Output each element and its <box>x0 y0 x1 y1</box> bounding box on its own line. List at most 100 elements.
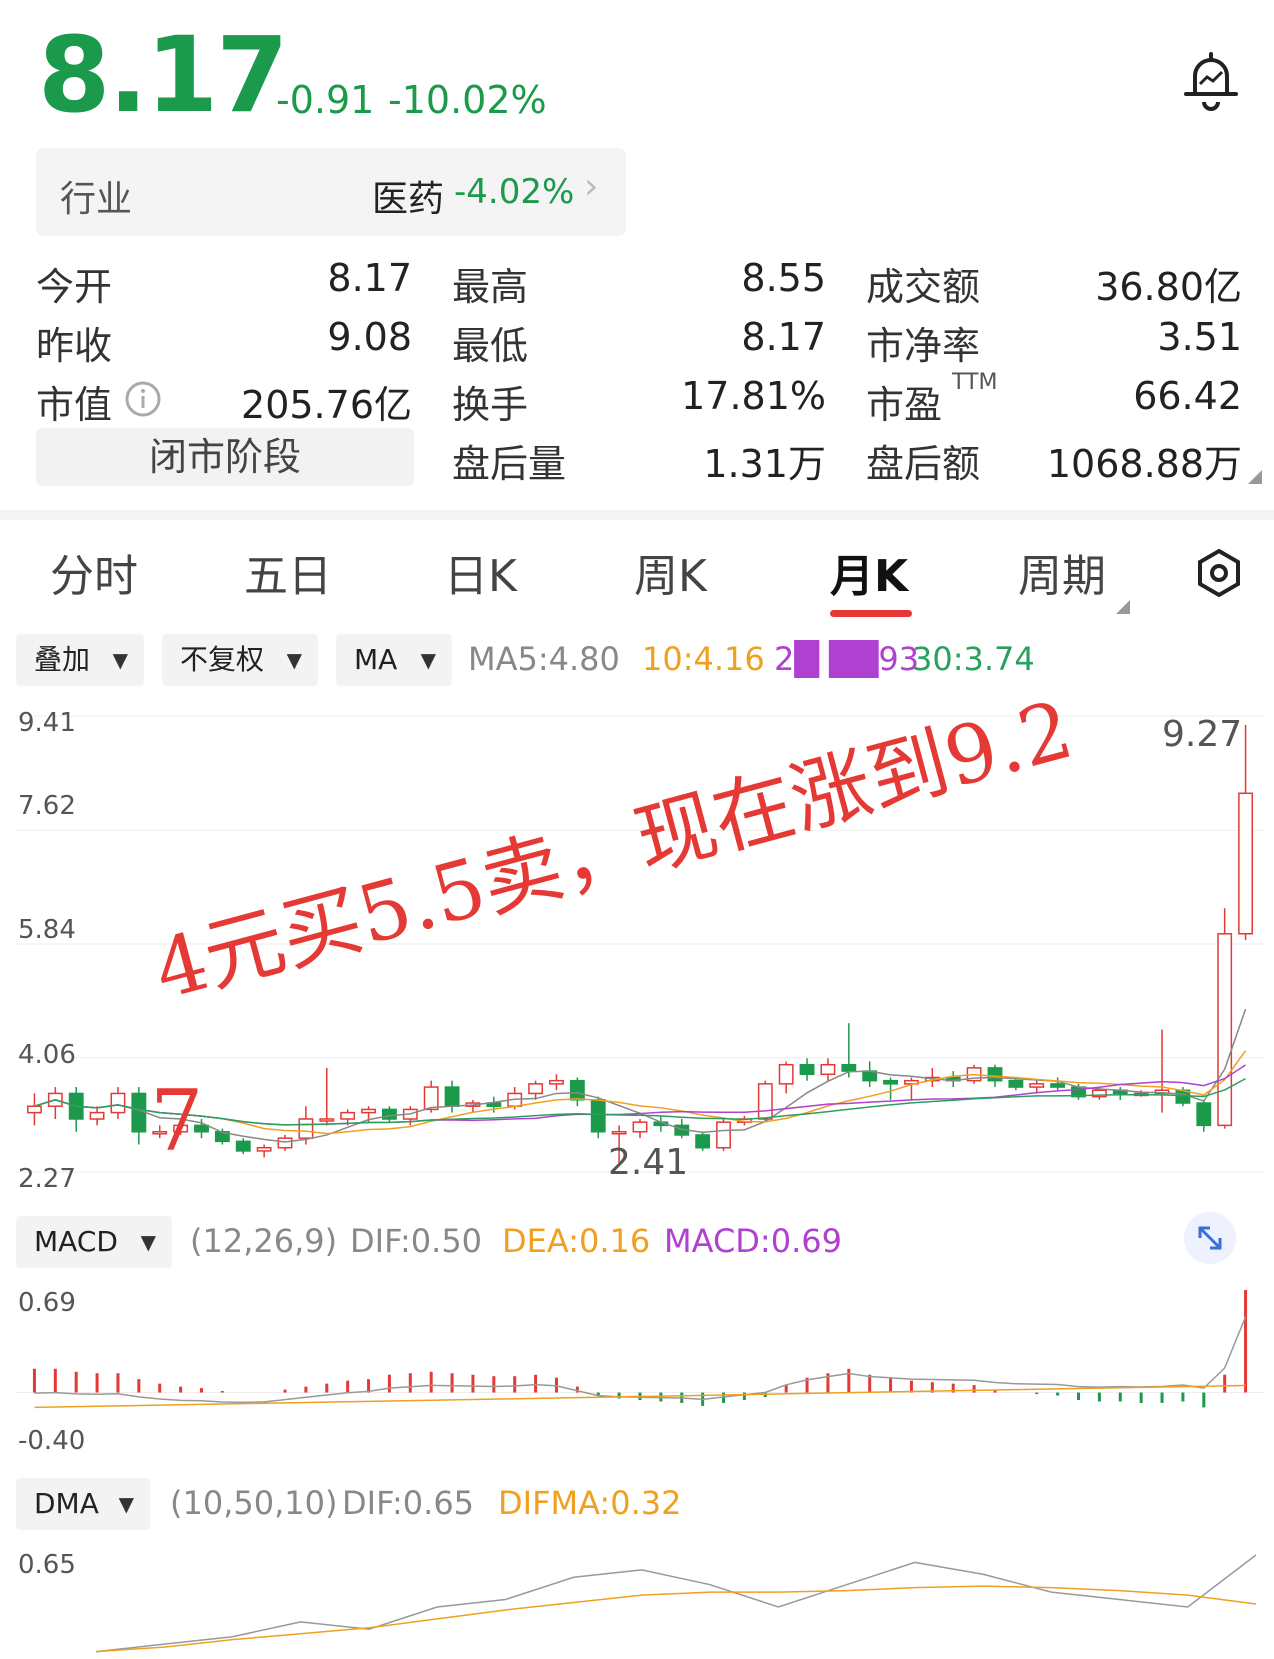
ma5-legend: MA5:4.80 <box>468 640 620 678</box>
chevron-right-icon: › <box>584 166 599 207</box>
caret-down-icon: ▼ <box>286 648 302 672</box>
industry-name: 医药 <box>372 179 445 220</box>
candle-body <box>528 1083 544 1095</box>
ma30-legend: 30:3.74 <box>912 640 1035 678</box>
dma-difma: DIFMA:0.32 <box>498 1484 682 1522</box>
macd-value: MACD:0.69 <box>664 1222 842 1260</box>
kline-axis-label: 7.62 <box>18 791 76 821</box>
candle-body <box>256 1146 272 1152</box>
candle-body <box>569 1079 585 1101</box>
overlay-dropdown[interactable]: 叠加 ▼ <box>16 634 144 686</box>
price-change-pct: -10.02% <box>388 78 547 122</box>
industry-row[interactable]: 行业 医药 -4.02% › <box>36 148 626 236</box>
macd-indicator-dropdown[interactable]: MACD ▼ <box>16 1216 172 1268</box>
stat-prev-close-label: 昨收 <box>36 324 113 368</box>
tab-weekly-k[interactable]: 周K <box>634 540 707 604</box>
candle-body <box>632 1121 648 1133</box>
candle-body <box>340 1111 356 1120</box>
kline-axis-label: 5.84 <box>18 915 76 945</box>
corner-triangle-icon <box>1248 470 1262 484</box>
industry-change-pct: -4.02% <box>454 172 575 212</box>
dma-chart-svg <box>95 1554 1257 1653</box>
candle-body <box>27 1105 42 1114</box>
macd-axis-top: 0.69 <box>18 1288 76 1318</box>
stat-pb-value: 3.51 <box>1157 315 1242 359</box>
candle-body <box>820 1063 836 1076</box>
stat-low-label: 最低 <box>452 324 529 368</box>
stat-amount-label: 成交额 <box>866 265 981 309</box>
macd-chart[interactable] <box>16 1282 1264 1460</box>
candle-body <box>1029 1083 1045 1088</box>
chart-settings-hexagon-icon[interactable] <box>1196 548 1242 598</box>
indicator-dropdown[interactable]: MA ▼ <box>336 634 452 686</box>
candle-body <box>319 1118 335 1122</box>
expand-icon <box>1198 1226 1222 1250</box>
macd-dea: DEA:0.16 <box>502 1222 651 1260</box>
stat-low-value: 8.17 <box>741 315 826 359</box>
price-alert-bell-icon[interactable] <box>1178 48 1244 114</box>
candle-body <box>695 1134 711 1149</box>
kline-low-label: 2.41 <box>608 1142 689 1183</box>
stat-open-value: 8.17 <box>327 256 412 300</box>
candle-body <box>549 1079 564 1085</box>
candle-body <box>381 1108 397 1120</box>
macd-axis-bottom: -0.40 <box>18 1426 86 1456</box>
indicator-dropdown-label: MA <box>354 643 398 676</box>
stat-market-cap-value: 205.76亿 <box>241 383 412 427</box>
kline-axis-label: 9.41 <box>18 708 76 738</box>
candle-body <box>235 1140 251 1152</box>
stat-turnover-label: 换手 <box>452 383 529 427</box>
candle-body <box>131 1092 147 1133</box>
macd-params: (12,26,9) <box>190 1222 338 1260</box>
macd-dropdown-label: MACD <box>34 1225 118 1258</box>
adjust-dropdown[interactable]: 不复权 ▼ <box>162 634 318 686</box>
candle-body <box>611 1131 627 1135</box>
tab-daily-k[interactable]: 日K <box>444 540 517 604</box>
current-price: 8.17 <box>38 14 289 136</box>
stat-pe-sup: TTM <box>952 370 998 395</box>
kline-high-label: 9.27 <box>1162 714 1243 755</box>
price-change: -0.91 <box>276 78 375 122</box>
candle-body <box>1196 1102 1212 1127</box>
candle-body <box>1008 1079 1024 1088</box>
tab-intraday[interactable]: 分时 <box>50 540 138 604</box>
dma-dropdown-label: DMA <box>34 1487 99 1520</box>
stat-after-amount-value: 1068.88万 <box>1046 442 1242 486</box>
candle-body <box>277 1137 293 1149</box>
dma-chart[interactable] <box>16 1542 1264 1659</box>
candle-body <box>423 1086 439 1111</box>
candle-body <box>716 1121 731 1149</box>
candle-body <box>757 1083 773 1120</box>
dma-indicator-dropdown[interactable]: DMA ▼ <box>16 1478 150 1530</box>
kline-axis-label: 4.06 <box>18 1040 76 1070</box>
dma-params: (10,50,10) <box>170 1484 338 1522</box>
candle-body <box>987 1067 1003 1082</box>
caret-down-icon: ▼ <box>118 1492 134 1516</box>
caret-down-icon: ▼ <box>112 648 128 672</box>
market-status-badge: 闭市阶段 <box>36 428 414 486</box>
candle-body <box>1050 1083 1066 1088</box>
tab-five-day[interactable]: 五日 <box>244 540 332 604</box>
adjust-dropdown-label: 不复权 <box>180 643 265 676</box>
expand-button[interactable] <box>1184 1212 1236 1264</box>
candle-body <box>298 1118 314 1139</box>
annotation-text-line2: 7 <box>150 1072 204 1170</box>
candle-body <box>590 1099 606 1133</box>
tab-period[interactable]: 周期 <box>1018 540 1106 604</box>
active-tab-indicator <box>830 610 912 617</box>
macd-dea-line <box>34 1384 1246 1409</box>
candle-body <box>1217 933 1233 1127</box>
kline-axis-label: 2.27 <box>18 1164 76 1194</box>
stat-amount-value: 36.80亿 <box>1095 265 1242 309</box>
section-divider <box>0 510 1274 520</box>
info-icon[interactable] <box>124 380 162 418</box>
ma10-legend: 10:4.16 <box>642 640 765 678</box>
stat-open-label: 今开 <box>36 265 113 309</box>
industry-label: 行业 <box>60 179 133 220</box>
stat-turnover-value: 17.81% <box>681 374 826 418</box>
macd-dif: DIF:0.50 <box>350 1222 483 1260</box>
ma20-legend: 2█ ██93 <box>774 640 920 678</box>
tab-monthly-k[interactable]: 月K <box>830 540 908 604</box>
candle-body <box>799 1063 815 1076</box>
candle-body <box>110 1092 126 1114</box>
